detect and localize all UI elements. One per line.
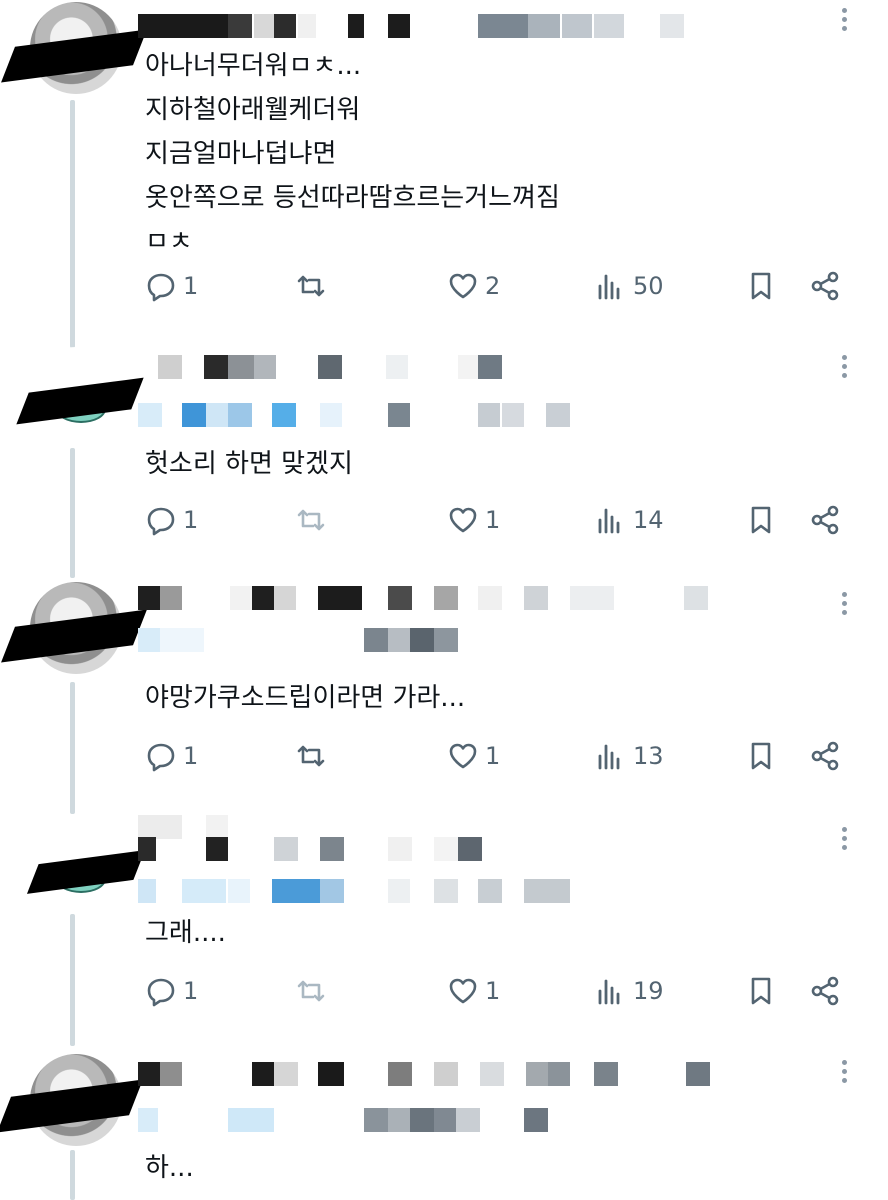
retweet-button[interactable]: [295, 266, 327, 306]
share-icon: [811, 976, 839, 1006]
tweet[interactable]: 야망가쿠소드립이라면 가라... 1 1 13: [0, 580, 888, 810]
like-count: 1: [485, 742, 501, 770]
views-icon: [598, 508, 620, 534]
more-icon[interactable]: [842, 1060, 848, 1087]
user-handle-redacted: [138, 403, 578, 427]
view-count: 19: [633, 977, 664, 1005]
share-icon: [811, 271, 839, 301]
bookmark-icon: [751, 742, 771, 770]
action-bar: 1 1 14: [145, 500, 845, 540]
user-handle-redacted: [138, 628, 478, 652]
heart-icon: [449, 743, 477, 769]
action-bar: 1 1 13: [145, 736, 845, 776]
reply-icon: [147, 743, 175, 772]
bookmark-button[interactable]: [745, 971, 777, 1011]
reply-count: 1: [183, 977, 199, 1005]
share-icon: [811, 741, 839, 771]
heart-icon: [449, 507, 477, 533]
user-handle-redacted: [138, 1108, 578, 1132]
reply-count: 1: [183, 742, 199, 770]
share-button[interactable]: [809, 736, 841, 776]
user-handle-redacted: [138, 879, 578, 903]
share-button[interactable]: [809, 266, 841, 306]
more-icon[interactable]: [842, 355, 848, 382]
view-count: 50: [633, 272, 664, 300]
retweet-icon: [297, 745, 325, 767]
reply-button[interactable]: 1: [145, 500, 198, 540]
user-name-redacted: [158, 355, 618, 379]
bookmark-icon: [751, 977, 771, 1005]
views-icon: [598, 979, 620, 1005]
retweet-icon: [297, 980, 325, 1002]
more-icon[interactable]: [842, 8, 848, 35]
like-button[interactable]: 1: [447, 500, 500, 540]
retweet-button[interactable]: [295, 736, 327, 776]
user-name-redacted: [138, 586, 718, 610]
user-name-redacted: [138, 837, 578, 861]
view-count: 14: [633, 506, 664, 534]
views-button[interactable]: 19: [595, 971, 664, 1011]
like-count: 2: [485, 272, 501, 300]
views-icon: [598, 274, 620, 300]
view-count: 13: [633, 742, 664, 770]
like-count: 1: [485, 977, 501, 1005]
bookmark-button[interactable]: [745, 266, 777, 306]
retweet-icon: [297, 509, 325, 531]
heart-icon: [449, 273, 477, 299]
reply-count: 1: [183, 272, 199, 300]
bookmark-icon: [751, 506, 771, 534]
reply-icon: [147, 507, 175, 536]
more-icon[interactable]: [842, 592, 848, 619]
tweet[interactable]: 헛소리 하면 맞겠지 1 1 14: [0, 345, 888, 575]
retweet-icon: [297, 275, 325, 297]
views-button[interactable]: 13: [595, 736, 664, 776]
share-button[interactable]: [809, 500, 841, 540]
tweet-text: 하...: [145, 1153, 194, 1183]
like-button[interactable]: 1: [447, 736, 500, 776]
tweet-text: 헛소리 하면 맞겠지: [145, 449, 353, 479]
tweet-text: 그래....: [145, 918, 226, 948]
tweet[interactable]: 그래.... 1 1 19: [0, 815, 888, 1045]
like-button[interactable]: 2: [447, 266, 500, 306]
heart-icon: [449, 978, 477, 1004]
more-icon[interactable]: [842, 827, 848, 854]
share-icon: [811, 505, 839, 535]
user-name-redacted: [138, 14, 698, 38]
retweet-button[interactable]: [295, 500, 327, 540]
reply-icon: [147, 978, 175, 1007]
tweet[interactable]: 하...: [0, 1050, 888, 1200]
views-icon: [598, 744, 620, 770]
action-bar: 1 1 19: [145, 971, 845, 1011]
like-button[interactable]: 1: [447, 971, 500, 1011]
views-button[interactable]: 50: [595, 266, 664, 306]
tweet-text: 야망가쿠소드립이라면 가라...: [145, 683, 466, 713]
bookmark-button[interactable]: [745, 500, 777, 540]
bookmark-button[interactable]: [745, 736, 777, 776]
reply-button[interactable]: 1: [145, 266, 198, 306]
user-name-redacted: [138, 815, 578, 839]
bookmark-icon: [751, 272, 771, 300]
user-name-redacted: [138, 1062, 718, 1086]
tweet-text: 아나너무더워ㅁㅊ... 지하철아래웰케더워 지금얼마나덥냐면 옷안쪽으로 등선따…: [145, 51, 560, 257]
reply-button[interactable]: 1: [145, 971, 198, 1011]
like-count: 1: [485, 506, 501, 534]
reply-count: 1: [183, 506, 199, 534]
tweet[interactable]: 아나너무더워ㅁㅊ... 지하철아래웰케더워 지금얼마나덥냐면 옷안쪽으로 등선따…: [0, 0, 888, 340]
reply-button[interactable]: 1: [145, 736, 198, 776]
views-button[interactable]: 14: [595, 500, 664, 540]
retweet-button[interactable]: [295, 971, 327, 1011]
reply-icon: [147, 273, 175, 302]
share-button[interactable]: [809, 971, 841, 1011]
action-bar: 1 2 50: [145, 266, 845, 306]
